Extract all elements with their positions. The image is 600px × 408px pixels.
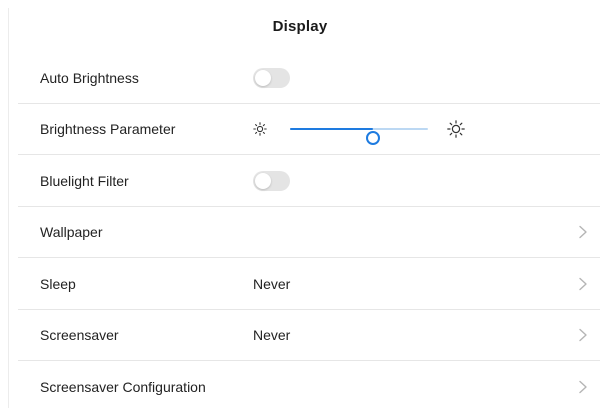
settings-list: Auto Brightness Brightness Parameter Blu… (0, 52, 600, 408)
chevron-right-icon (579, 329, 587, 342)
slider-thumb[interactable] (365, 131, 380, 146)
toggle-knob (255, 69, 271, 86)
page-title: Display (272, 17, 328, 35)
toggle-knob (255, 172, 271, 189)
display-settings-screen: Display Auto Brightness Brightness Param… (0, 0, 600, 408)
screensaver-configuration-label: Screensaver Configuration (40, 378, 206, 395)
brightness-parameter-row: Brightness Parameter (0, 104, 600, 156)
auto-brightness-label: Auto Brightness (40, 69, 139, 86)
brightness-parameter-label: Brightness Parameter (40, 121, 176, 138)
sleep-value: Never (253, 275, 291, 292)
screensaver-row[interactable]: Screensaver Never (0, 310, 600, 362)
wallpaper-row[interactable]: Wallpaper (0, 207, 600, 259)
header: Display (0, 0, 600, 52)
bluelight-filter-label: Bluelight Filter (40, 172, 129, 189)
bluelight-filter-toggle[interactable] (253, 170, 290, 191)
slider-track[interactable] (290, 128, 428, 146)
auto-brightness-row: Auto Brightness (0, 52, 600, 104)
screensaver-value: Never (253, 327, 291, 344)
sleep-row[interactable]: Sleep Never (0, 258, 600, 310)
screensaver-label: Screensaver (40, 327, 119, 344)
chevron-right-icon (579, 380, 587, 393)
chevron-right-icon (579, 277, 587, 290)
auto-brightness-toggle[interactable] (253, 67, 290, 88)
wallpaper-label: Wallpaper (40, 224, 103, 241)
slider-track-fill (290, 128, 373, 131)
sleep-label: Sleep (40, 275, 76, 292)
sun-large-icon (447, 120, 465, 139)
chevron-right-icon (579, 226, 587, 239)
bluelight-filter-row: Bluelight Filter (0, 155, 600, 207)
sun-small-icon (253, 122, 267, 136)
screensaver-configuration-row[interactable]: Screensaver Configuration (0, 361, 600, 408)
brightness-slider[interactable] (253, 119, 473, 146)
